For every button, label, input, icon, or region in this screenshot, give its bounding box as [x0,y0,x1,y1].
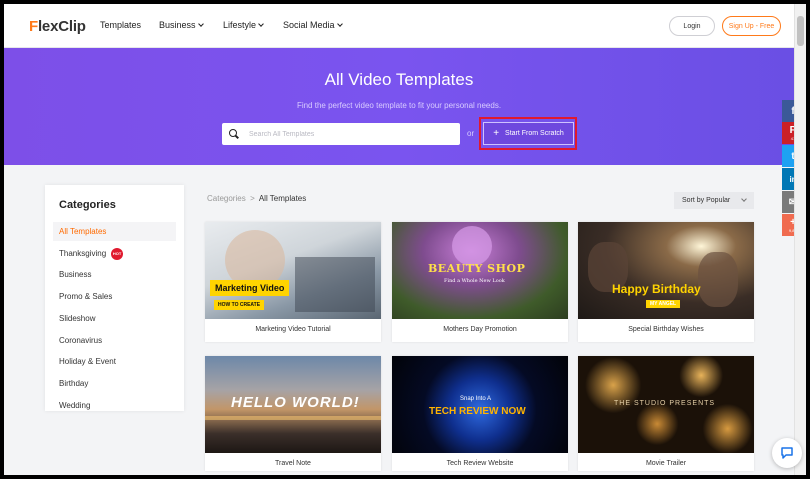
nav-business[interactable]: Business [159,20,204,30]
category-label: Thanksgiving [59,249,107,258]
sort-label: Sort by Popular [682,197,731,204]
template-card-birthday[interactable]: Happy Birthday MY ANGEL Special Birthday… [578,222,754,342]
category-label: Business [59,270,92,279]
thumbnail-title: HELLO WORLD! [231,394,360,411]
search-icon [229,129,239,139]
category-birthday[interactable]: Birthday [53,374,176,393]
hot-badge: HOT [111,247,124,260]
logo-text: lexClip [37,18,86,35]
template-card-movie[interactable]: THE STUDIO PRESENTS Movie Trailer [578,356,754,471]
breadcrumb-current: All Templates [258,194,307,203]
template-caption: Mothers Day Promotion [443,326,517,333]
hero-banner: All Video Templates Find the perfect vid… [4,48,794,165]
login-button[interactable]: Login [669,16,715,36]
start-from-scratch-button[interactable]: + Start From Scratch [483,122,574,145]
nav-social-media[interactable]: Social Media [283,20,343,30]
template-thumbnail: Snap Into A TECH REVIEW NOW [392,356,568,453]
page-scrollbar[interactable] [794,4,806,475]
thumbnail-subtitle: MY ANGEL [646,300,681,308]
thumbnail-subtitle: HOW TO CREATE [214,300,265,310]
signup-button[interactable]: Sign Up - Free [722,16,781,36]
template-caption: Movie Trailer [645,460,687,467]
chat-button[interactable] [772,438,802,468]
breadcrumb-separator: > [250,194,255,203]
template-card-travel[interactable]: HELLO WORLD! Travel Note [205,356,381,471]
template-card-marketing[interactable]: Marketing Video HOW TO CREATE Marketing … [205,222,381,342]
chevron-down-icon [258,21,264,27]
template-thumbnail: THE STUDIO PRESENTS [578,356,754,453]
scrollbar-thumb[interactable] [797,16,804,46]
nav-social-media-label: Social Media [283,20,335,30]
page-subtitle: Find the perfect video template to fit y… [296,101,502,110]
chevron-down-icon [197,21,204,27]
category-label: Coronavirus [59,336,103,345]
nav-business-label: Business [159,20,196,30]
category-wedding[interactable]: Wedding [53,396,176,415]
logo-mark: F [29,18,38,35]
category-label: All Templates [59,227,107,236]
category-coronavirus[interactable]: Coronavirus [53,331,176,350]
chevron-down-icon [741,196,747,202]
search-input[interactable] [249,130,449,138]
flexclip-logo[interactable]: FlexClip [29,18,86,35]
or-separator: or [467,129,475,138]
start-from-scratch-label: Start From Scratch [505,130,564,137]
category-label: Holiday & Event [59,357,116,366]
template-caption: Marketing Video Tutorial [255,326,331,333]
template-card-beauty[interactable]: BEAUTY SHOP Find a Whole New Look Mother… [392,222,568,342]
thumbnail-title: BEAUTY SHOP [428,262,526,275]
thumbnail-subtitle: Snap Into A [460,396,492,402]
nav-lifestyle-label: Lifestyle [223,20,257,30]
category-label: Slideshow [59,314,96,323]
breadcrumb: Categories > All Templates [207,194,306,203]
browser-viewport: FlexClip Templates Business Lifestyle So… [4,4,806,475]
category-label: Birthday [59,379,89,388]
template-caption: Special Birthday Wishes [628,326,704,333]
thumbnail-title: Marketing Video [210,280,290,296]
nav-templates-label: Templates [100,20,142,30]
category-holiday-event[interactable]: Holiday & Event [53,352,176,371]
template-thumbnail: BEAUTY SHOP Find a Whole New Look [392,222,568,319]
categories-sidebar: Categories All Templates Thanksgiving HOT… [45,185,184,411]
template-caption: Tech Review Website [446,460,514,467]
category-promo-sales[interactable]: Promo & Sales [53,287,176,306]
category-label: Promo & Sales [59,292,113,301]
nav-templates[interactable]: Templates [100,20,141,30]
plus-icon: + [493,128,500,139]
page-title: All Video Templates [324,70,474,89]
thumbnail-title: TECH REVIEW NOW [429,406,526,417]
top-nav: FlexClip Templates Business Lifestyle So… [4,4,794,48]
category-thanksgiving[interactable]: Thanksgiving HOT [53,244,176,263]
template-thumbnail: Marketing Video HOW TO CREATE [205,222,381,319]
thumbnail-title: THE STUDIO PRESENTS [614,400,716,407]
template-thumbnail: Happy Birthday MY ANGEL [578,222,754,319]
template-thumbnail: HELLO WORLD! [205,356,381,453]
search-box[interactable] [222,123,460,145]
category-business[interactable]: Business [53,265,176,284]
category-all-templates[interactable]: All Templates [53,222,176,241]
categories-title: Categories [59,199,116,211]
chevron-down-icon [336,21,343,27]
category-label: Wedding [59,401,91,410]
sort-dropdown[interactable]: Sort by Popular [674,192,754,209]
breadcrumb-root[interactable]: Categories [207,194,246,203]
nav-lifestyle[interactable]: Lifestyle [223,20,264,30]
template-caption: Travel Note [275,460,311,467]
chat-icon [781,447,793,459]
template-card-tech[interactable]: Snap Into A TECH REVIEW NOW Tech Review … [392,356,568,471]
category-slideshow[interactable]: Slideshow [53,309,176,328]
thumbnail-subtitle: Find a Whole New Look [444,278,505,284]
thumbnail-title: Happy Birthday [612,282,701,296]
